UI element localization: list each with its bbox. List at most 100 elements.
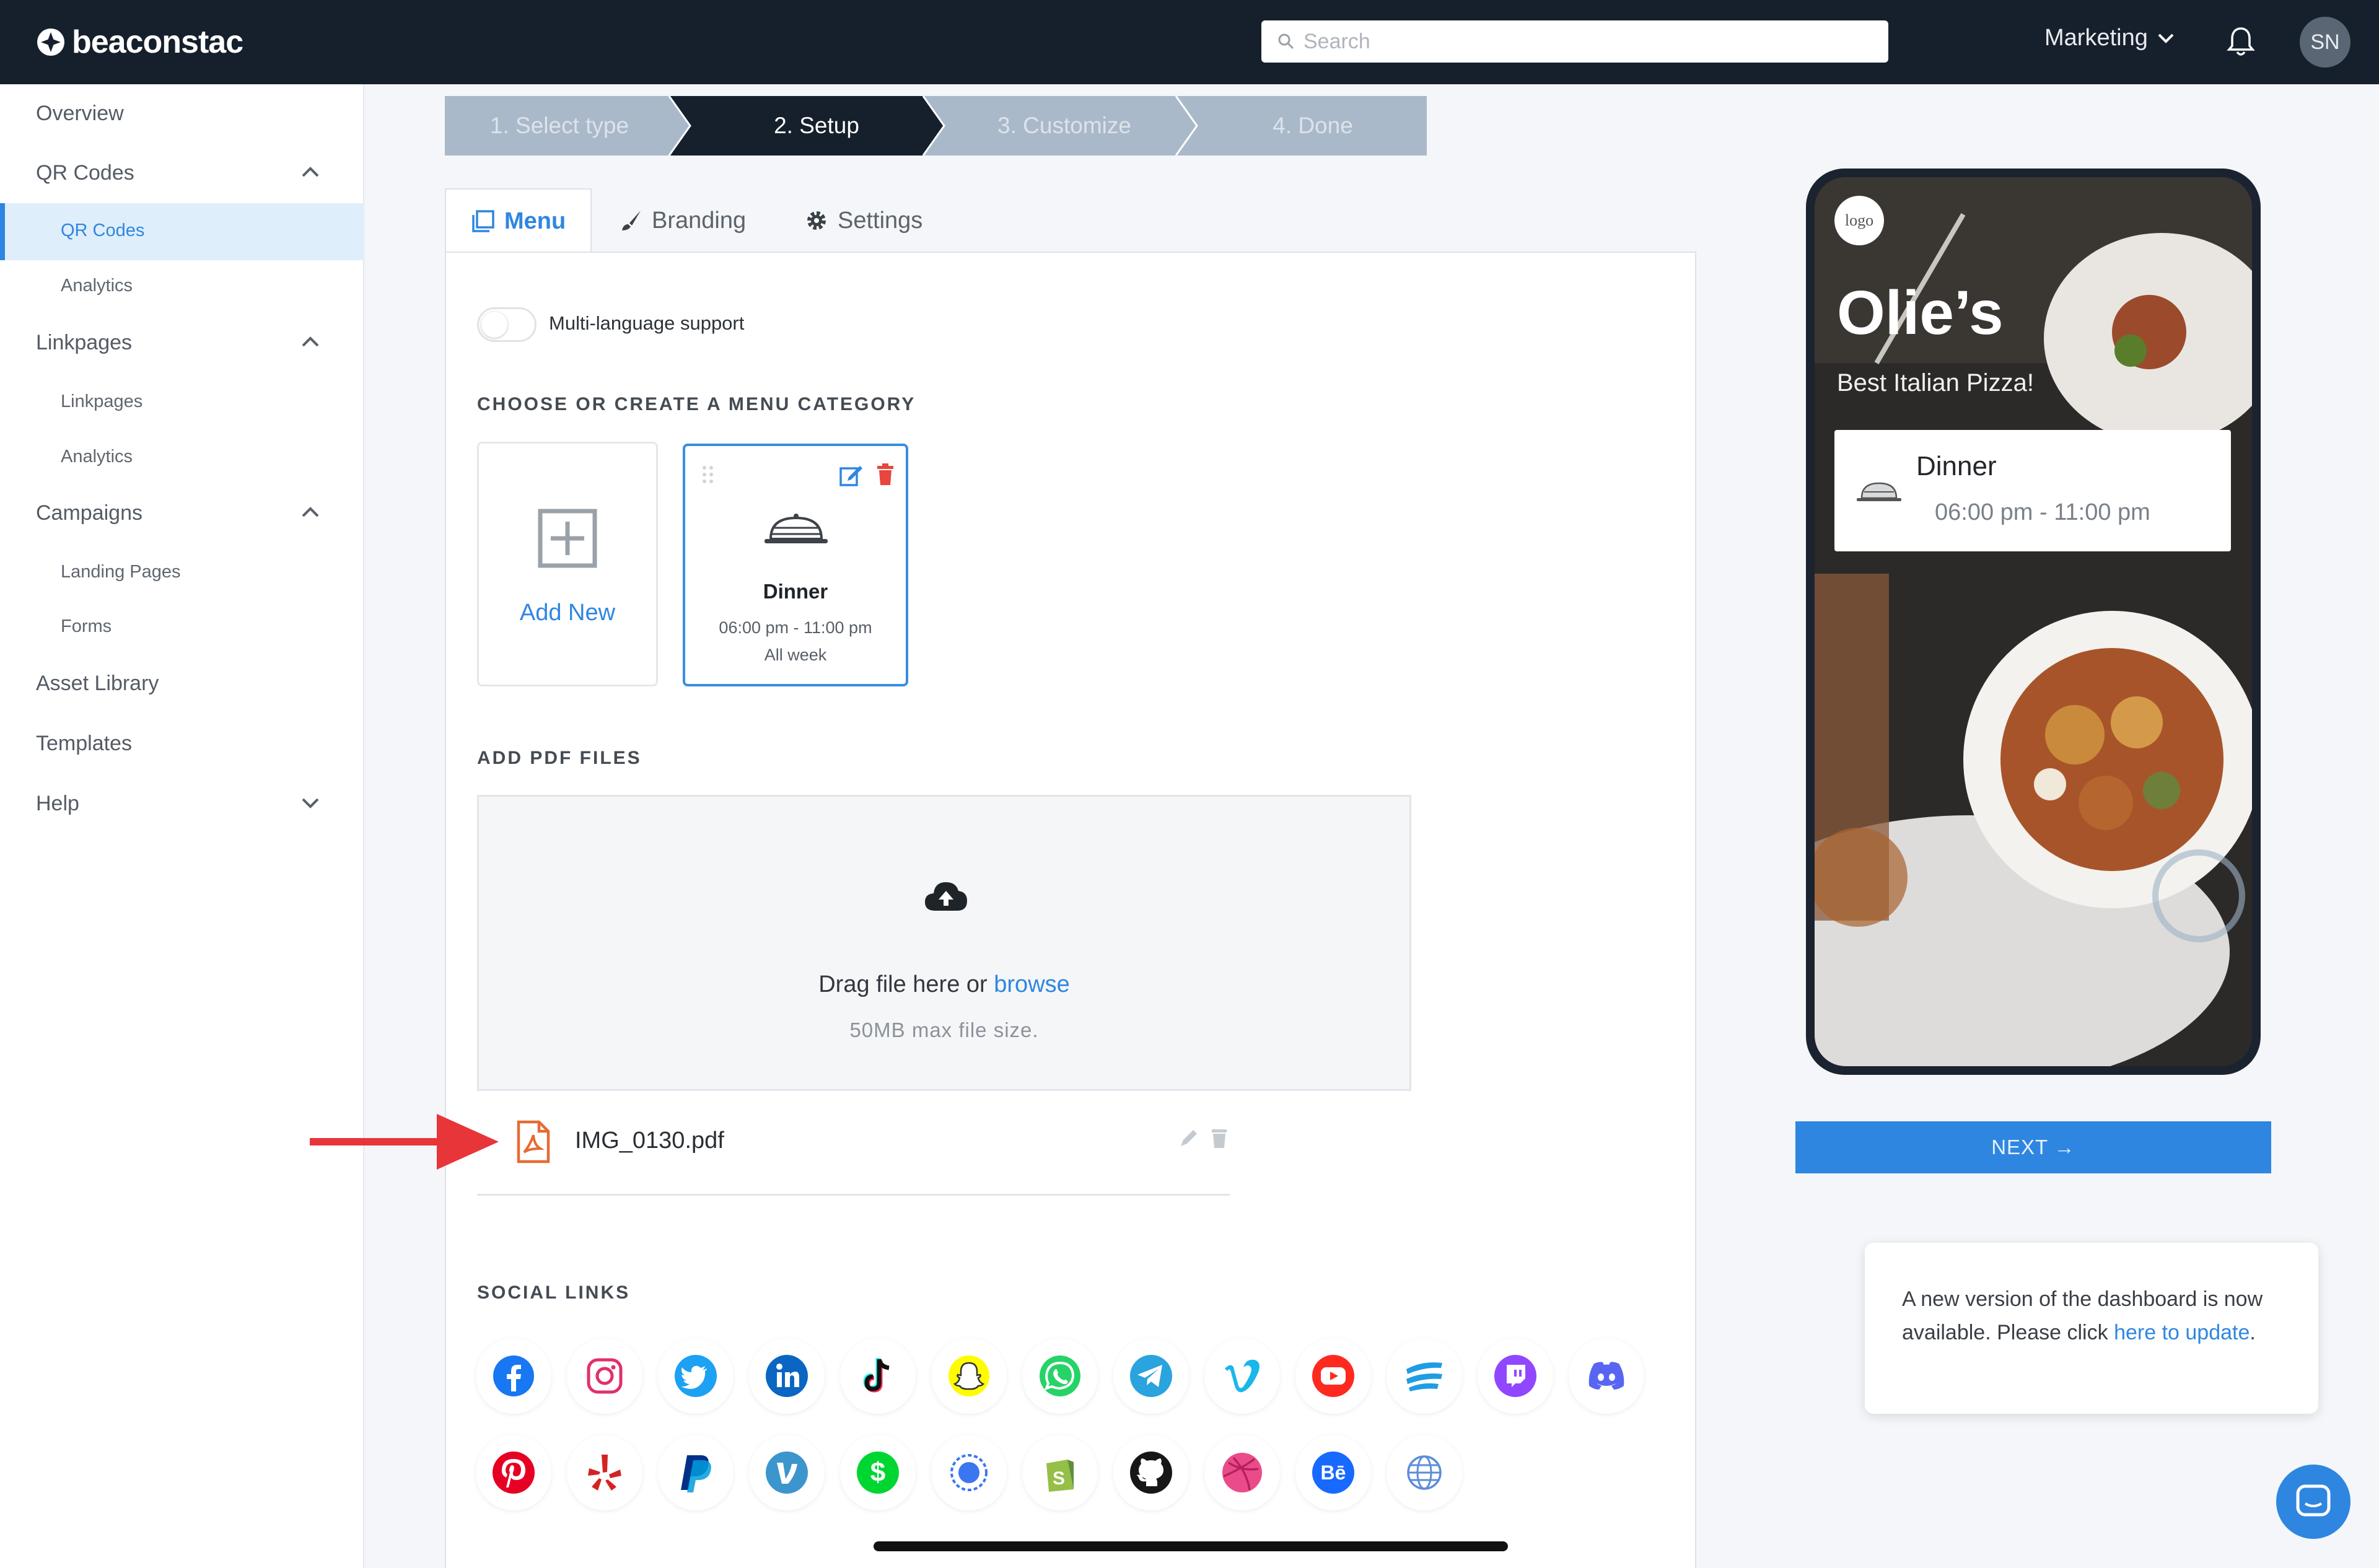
step-done[interactable]: 4. Done — [1198, 96, 1427, 155]
sidebar-item-asset-library[interactable]: Asset Library — [36, 672, 159, 696]
sidebar-item-linkpages-sub[interactable]: Linkpages — [61, 392, 142, 412]
tab-menu-label: Menu — [504, 208, 566, 234]
tab-settings[interactable]: Settings — [804, 188, 922, 253]
category-time: 06:00 pm - 11:00 pm — [719, 618, 872, 637]
chat-icon — [2296, 1484, 2331, 1517]
max-file-size: 50MB max file size. — [849, 1018, 1039, 1041]
sidebar-item-overview[interactable]: Overview — [36, 102, 124, 126]
notice-update-link[interactable]: here to update — [2114, 1321, 2250, 1344]
delete-icon[interactable] — [1211, 1128, 1228, 1149]
tab-branding[interactable]: Branding — [618, 188, 746, 253]
sidebar-item-campaigns[interactable]: Campaigns — [36, 501, 142, 525]
sidebar-item-qr-codes[interactable]: QR Codes — [36, 161, 134, 185]
sidebar-item-linkpages-analytics[interactable]: Analytics — [61, 447, 133, 467]
sidebar-item-qr-analytics[interactable]: Analytics — [61, 276, 133, 296]
linkedin-icon[interactable] — [749, 1338, 825, 1414]
pinterest-icon[interactable] — [476, 1435, 551, 1510]
youtube-icon[interactable] — [1295, 1338, 1371, 1414]
chevron-down-icon — [2158, 33, 2174, 43]
paypal-icon[interactable] — [658, 1435, 734, 1510]
search-input[interactable] — [1303, 29, 1861, 54]
sidebar-item-forms[interactable]: Forms — [61, 616, 112, 637]
preview-subtitle: Best Italian Pizza! — [1837, 369, 2034, 396]
search-icon — [1278, 33, 1294, 50]
category-heading: CHOOSE OR CREATE A MENU CATEGORY — [477, 394, 916, 414]
chevron-up-icon[interactable] — [299, 164, 322, 180]
pencil-icon[interactable] — [1178, 1129, 1198, 1149]
snapchat-icon[interactable] — [931, 1338, 1007, 1414]
pdf-dropzone[interactable]: Drag file here or browse 50MB max file s… — [477, 795, 1411, 1091]
venmo-icon[interactable] — [749, 1435, 825, 1510]
home-indicator — [874, 1541, 1508, 1551]
menu-tabs: Menu Branding Settings — [445, 188, 1077, 253]
add-new-label: Add New — [519, 600, 616, 626]
preview-card-title: Dinner — [1916, 451, 1997, 481]
discord-icon[interactable] — [1569, 1338, 1644, 1414]
step-customize[interactable]: 3. Customize — [947, 96, 1182, 155]
notice-end: . — [2250, 1321, 2256, 1344]
step-select-type[interactable]: 1. Select type — [445, 96, 674, 155]
workspace-label: Marketing — [2044, 25, 2148, 51]
sidebar-item-help[interactable]: Help — [36, 792, 79, 816]
sidebar-item-landing-pages[interactable]: Landing Pages — [61, 562, 181, 582]
drag-text: Drag file here or — [818, 971, 988, 997]
github-icon[interactable] — [1113, 1435, 1189, 1510]
pdf-file-icon — [517, 1120, 550, 1163]
top-bar: beaconstac Marketing SN — [0, 0, 2379, 84]
drag-text-row: Drag file here or browse — [479, 971, 1409, 998]
file-name: IMG_0130.pdf — [575, 1128, 724, 1154]
twitch-icon[interactable] — [1478, 1338, 1553, 1414]
chevron-down-icon[interactable] — [299, 794, 322, 810]
yelp-icon[interactable] — [567, 1435, 642, 1510]
cashapp-icon[interactable]: $ — [840, 1435, 916, 1510]
search-bar[interactable] — [1261, 20, 1888, 63]
twitter-icon[interactable] — [658, 1338, 734, 1414]
trash-icon[interactable] — [876, 463, 895, 486]
svg-text:$: $ — [870, 1457, 885, 1487]
signal-icon[interactable] — [931, 1435, 1007, 1510]
svg-text:S: S — [1053, 1468, 1065, 1489]
edit-icon[interactable] — [839, 463, 864, 487]
shopify-icon[interactable]: S — [1022, 1435, 1098, 1510]
next-button[interactable]: NEXT → — [1795, 1121, 2271, 1173]
phone-screen: logo Olie’s Best Italian Pizza! Dinner 0… — [1815, 177, 2252, 1066]
pdf-heading: ADD PDF FILES — [477, 748, 642, 768]
preview-category-card[interactable]: Dinner 06:00 pm - 11:00 pm — [1834, 430, 2231, 551]
tab-branding-label: Branding — [652, 207, 747, 234]
setup-stepper: 1. Select type 2. Setup 3. Customize 4. … — [445, 96, 1427, 155]
behance-icon[interactable]: Bē — [1295, 1435, 1371, 1510]
step-setup[interactable]: 2. Setup — [693, 96, 940, 155]
sidebar-item-qr-codes-sub[interactable]: QR Codes — [61, 221, 144, 241]
chevron-up-icon[interactable] — [299, 504, 322, 520]
category-card-dinner[interactable]: Dinner 06:00 pm - 11:00 pm All week — [683, 444, 908, 686]
food-tray-icon — [765, 514, 828, 543]
vimeo-icon[interactable] — [1204, 1338, 1280, 1414]
whatsapp-icon[interactable] — [1022, 1338, 1098, 1414]
beaconstac-logo[interactable]: beaconstac — [36, 24, 243, 61]
tiktok-icon[interactable] — [840, 1338, 916, 1414]
add-square-icon — [538, 509, 597, 568]
instagram-icon[interactable] — [567, 1338, 642, 1414]
tab-menu[interactable]: Menu — [445, 188, 592, 253]
dribbble-icon[interactable] — [1204, 1435, 1280, 1510]
logo-text: beaconstac — [72, 24, 243, 60]
workspace-dropdown[interactable]: Marketing — [2044, 25, 2175, 51]
chat-button[interactable] — [2276, 1465, 2351, 1539]
sidebar-item-templates[interactable]: Templates — [36, 732, 132, 756]
avatar[interactable]: SN — [2300, 17, 2351, 68]
uploaded-file-row: IMG_0130.pdf — [477, 1109, 1230, 1196]
wattpad-icon[interactable] — [1387, 1338, 1462, 1414]
facebook-icon[interactable] — [476, 1338, 551, 1414]
category-days: All week — [764, 646, 827, 664]
category-name: Dinner — [763, 580, 828, 603]
chevron-up-icon[interactable] — [299, 333, 322, 349]
bell-icon[interactable] — [2225, 25, 2256, 61]
add-category-card[interactable]: Add New — [477, 442, 658, 686]
telegram-icon[interactable] — [1113, 1338, 1189, 1414]
multilang-toggle[interactable] — [477, 307, 537, 342]
drag-handle-icon[interactable] — [701, 465, 715, 484]
browse-link[interactable]: browse — [994, 971, 1070, 997]
sidebar-active-highlight — [0, 203, 364, 260]
website-icon[interactable] — [1387, 1435, 1462, 1510]
sidebar-item-linkpages[interactable]: Linkpages — [36, 331, 132, 355]
